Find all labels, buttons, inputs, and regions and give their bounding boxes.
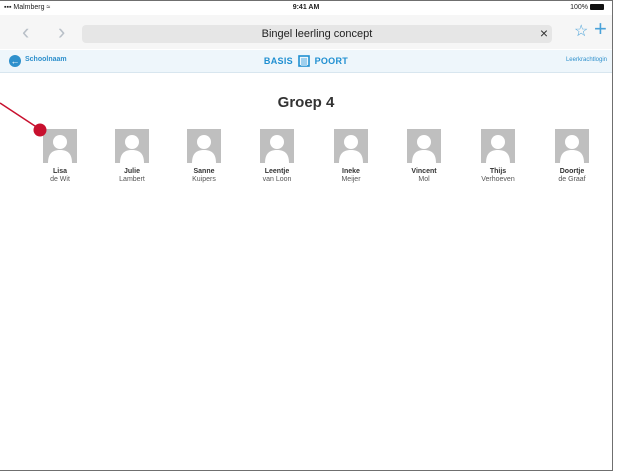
annotation-overlay <box>0 102 47 137</box>
annotation-dot <box>33 123 47 137</box>
annotation-line <box>0 102 39 129</box>
